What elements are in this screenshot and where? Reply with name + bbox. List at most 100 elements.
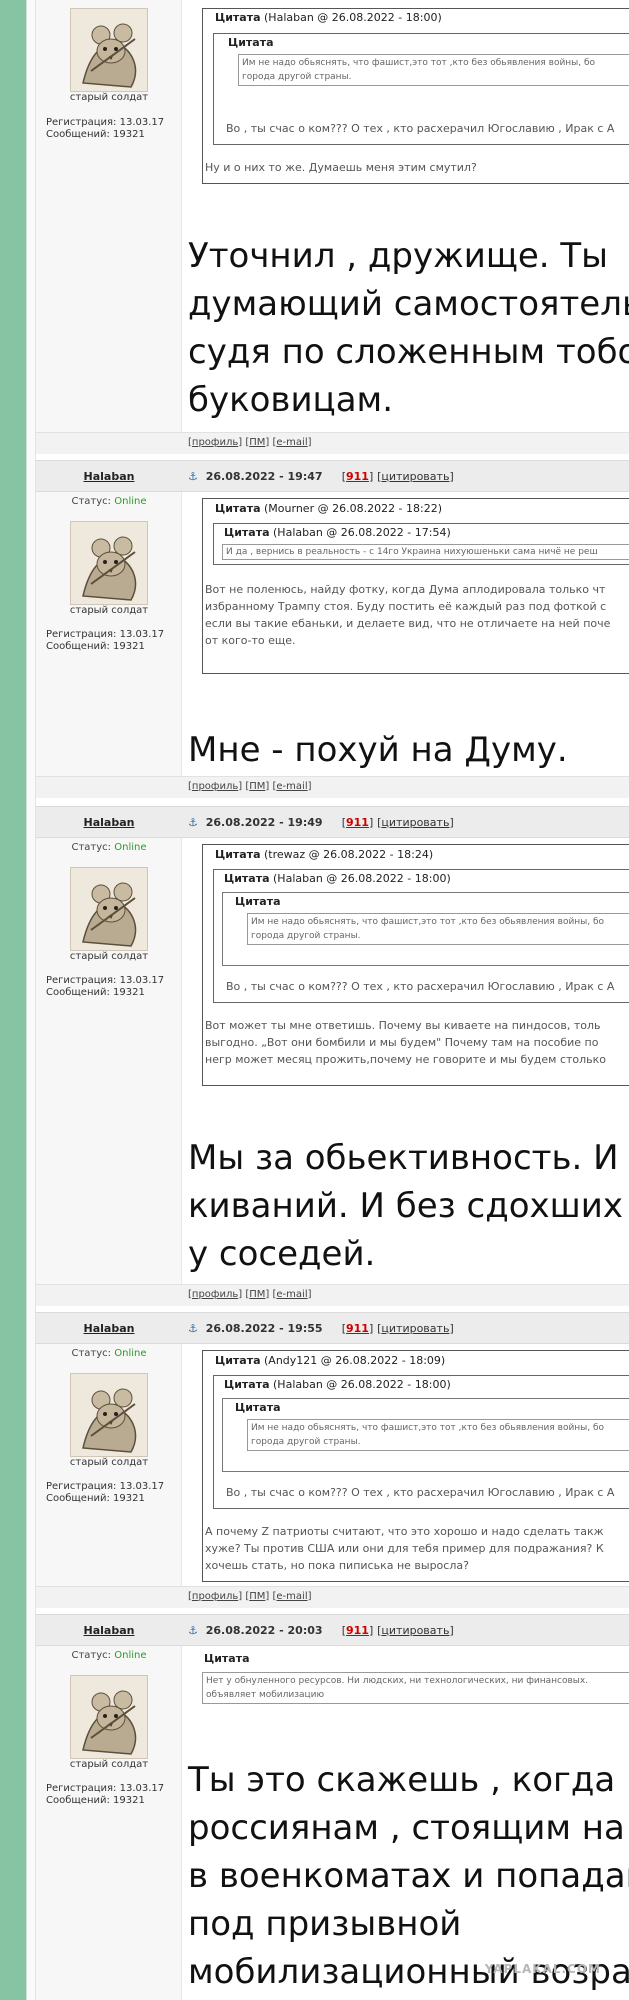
quote-header: Цитата (Mourner @ 26.08.2022 - 18:22) [215,502,443,515]
avatar[interactable] [70,1373,148,1457]
post-meta: ⚓ 26.08.2022 - 19:49 [911] [цитировать] [188,816,454,829]
left-accent-strip [0,0,26,2000]
quote-button[interactable]: цитировать [381,816,449,829]
post-number-link[interactable]: 911 [346,816,369,829]
inner-quote-box: Им не надо обьяснять, что фашист,это тот… [247,1419,629,1451]
author-name-link[interactable]: Halaban [36,816,182,829]
quote-header: Цитата (trewaz @ 26.08.2022 - 18:24) [215,848,434,861]
nested-quote-header: Цитата (Halaban @ 26.08.2022 - 18:00) [224,872,451,885]
post-date: 26.08.2022 - 19:47 [205,470,323,483]
nested-quote-block-inner: Цитата Им не надо обьяснять, что фашист,… [222,892,629,966]
anchor-icon[interactable]: ⚓ [188,1624,198,1637]
quote-block: Цитата (Andy121 @ 26.08.2022 - 18:09) Ци… [202,1350,629,1582]
inner-quote-header: Цитата [235,895,281,908]
anchor-icon[interactable]: ⚓ [188,1322,198,1335]
nested-quote-block: Цитата (Halaban @ 26.08.2022 - 18:00) Ци… [213,869,629,1003]
post-meta: ⚓ 26.08.2022 - 20:03 [911] [цитировать] [188,1624,454,1637]
nested-quote-block: Цитата (Halaban @ 26.08.2022 - 18:00) Ци… [213,1375,629,1509]
quote-button[interactable]: цитировать [381,470,449,483]
quote-body-text: А почему Z патриоты считают, что это хор… [205,1525,604,1572]
user-status: Статус: Online [71,1348,147,1359]
profile-link[interactable]: профиль [192,1289,238,1300]
user-status: Статус: Online [71,1650,147,1661]
quote-block: Цитата Нет у обнуленного ресурсов. Ни лю… [202,1650,629,1710]
post-header: Halaban ⚓ 26.08.2022 - 19:55 [911] [цити… [36,1312,629,1344]
rat-soldier-avatar-icon [71,522,147,604]
online-status: Online [114,1650,147,1661]
quote-button[interactable]: цитировать [381,1624,449,1637]
email-link[interactable]: e-mail [276,1591,307,1602]
post-header: Halaban ⚓ 26.08.2022 - 19:47 [911] [цити… [36,460,629,492]
post-date: 26.08.2022 - 20:03 [205,1624,323,1637]
user-registration-info: Регистрация: 13.03.17 Сообщений: 19321 [46,975,165,998]
nested-quote-block-inner: Цитата Им не надо обьяснять, что фашист,… [222,1398,629,1472]
user-rank: старый солдат [69,92,149,103]
user-rank: старый солдат [69,1457,149,1468]
post-date: 26.08.2022 - 19:49 [205,816,323,829]
quote-block: Цитата (Halaban @ 26.08.2022 - 18:00) Ци… [202,8,629,184]
post-number-link[interactable]: 911 [346,470,369,483]
nested-quote-header: Цитата (Halaban @ 26.08.2022 - 17:54) [224,526,451,539]
anchor-icon[interactable]: ⚓ [188,816,198,829]
author-name-link[interactable]: Halaban [36,470,182,483]
post-footer-links: [профиль] [ПМ] [e-mail] [188,781,312,792]
message-count: Сообщений: 19321 [46,129,145,140]
user-status: Статус: Online [71,496,147,507]
email-link[interactable]: e-mail [276,1289,307,1300]
avatar[interactable] [70,8,148,92]
pm-link[interactable]: ПМ [249,1591,265,1602]
inner-quote-box: И да , вернись в реальность - с 14го Укр… [222,544,629,560]
quote-button[interactable]: цитировать [381,1322,449,1335]
online-status: Online [114,842,147,853]
post-footer-links: [профиль] [ПМ] [e-mail] [188,437,312,448]
quote-body-text: Вот не поленюсь, найду фотку, когда Дума… [205,583,611,647]
post-header: Halaban ⚓ 26.08.2022 - 19:49 [911] [цити… [36,806,629,838]
user-registration-info: Регистрация: 13.03.17 Сообщений: 19321 [46,117,164,141]
post-footer: [профиль] [ПМ] [e-mail] [36,432,629,454]
rat-soldier-avatar-icon [71,1374,147,1456]
post-number-link[interactable]: 911 [346,1624,369,1637]
quote-block: Цитата (Mourner @ 26.08.2022 - 18:22) Ци… [202,498,629,674]
user-info-column: Статус: Online старый солдат Регистрация… [36,492,182,786]
inner-quote-box: Им не надо обьяснять, что фашист,это тот… [238,54,629,86]
anchor-icon[interactable]: ⚓ [188,470,198,483]
profile-link[interactable]: профиль [192,781,238,792]
user-registration-info: Регистрация: 13.03.17 Сообщений: 19321 [46,629,165,652]
rat-soldier-avatar-icon [71,9,147,91]
quote-header: Цитата (Halaban @ 26.08.2022 - 18:00) [215,11,442,24]
user-rank: старый солдат [69,1759,149,1770]
author-name-link[interactable]: Halaban [36,1322,182,1335]
post-date: 26.08.2022 - 19:55 [205,1322,323,1335]
nested-quote-block: Цитата Им не надо обьяснять, что фашист,… [213,33,629,145]
pm-link[interactable]: ПМ [249,437,265,448]
profile-link[interactable]: профиль [192,1591,238,1602]
post-meta: ⚓ 26.08.2022 - 19:55 [911] [цитировать] [188,1322,454,1335]
quote-block: Цитата (trewaz @ 26.08.2022 - 18:24) Цит… [202,844,629,1086]
post-header: Halaban ⚓ 26.08.2022 - 20:03 [911] [цити… [36,1614,629,1646]
email-link[interactable]: e-mail [276,437,307,448]
nested-quote-block: Цитата (Halaban @ 26.08.2022 - 17:54) И … [213,523,629,565]
nested-quote-header: Цитата [228,36,274,49]
post-reply-text: Мы за обьективность. И киваний. И без сд… [188,1138,624,1274]
post-meta: ⚓ 26.08.2022 - 19:47 [911] [цитировать] [188,470,454,483]
post-reply-text: Ты это скажешь , когда россиянам , стоящ… [188,1760,629,1992]
email-link[interactable]: e-mail [276,781,307,792]
avatar[interactable] [70,867,148,951]
user-status: Статус: Online [71,842,147,853]
nested-quote-header: Цитата (Halaban @ 26.08.2022 - 18:00) [224,1378,451,1391]
quote-text: Во , ты счас о ком??? О тех , кто расхер… [226,122,615,135]
profile-link[interactable]: профиль [192,437,238,448]
post-footer: [профиль] [ПМ] [e-mail] [36,1586,629,1608]
user-registration-info: Регистрация: 13.03.17 Сообщений: 19321 [46,1481,165,1504]
post-number-link[interactable]: 911 [346,1322,369,1335]
quote-text: Во , ты счас о ком??? О тех , кто расхер… [226,1486,615,1499]
post-footer-links: [профиль] [ПМ] [e-mail] [188,1591,312,1602]
pm-link[interactable]: ПМ [249,781,265,792]
pm-link[interactable]: ПМ [249,1289,265,1300]
avatar[interactable] [70,1675,148,1759]
avatar[interactable] [70,521,148,605]
inner-quote-box: Им не надо обьяснять, что фашист,это тот… [247,913,629,945]
quote-text: Во , ты счас о ком??? О тех , кто расхер… [226,980,615,993]
user-rank: старый солдат [69,605,149,616]
author-name-link[interactable]: Halaban [36,1624,182,1637]
